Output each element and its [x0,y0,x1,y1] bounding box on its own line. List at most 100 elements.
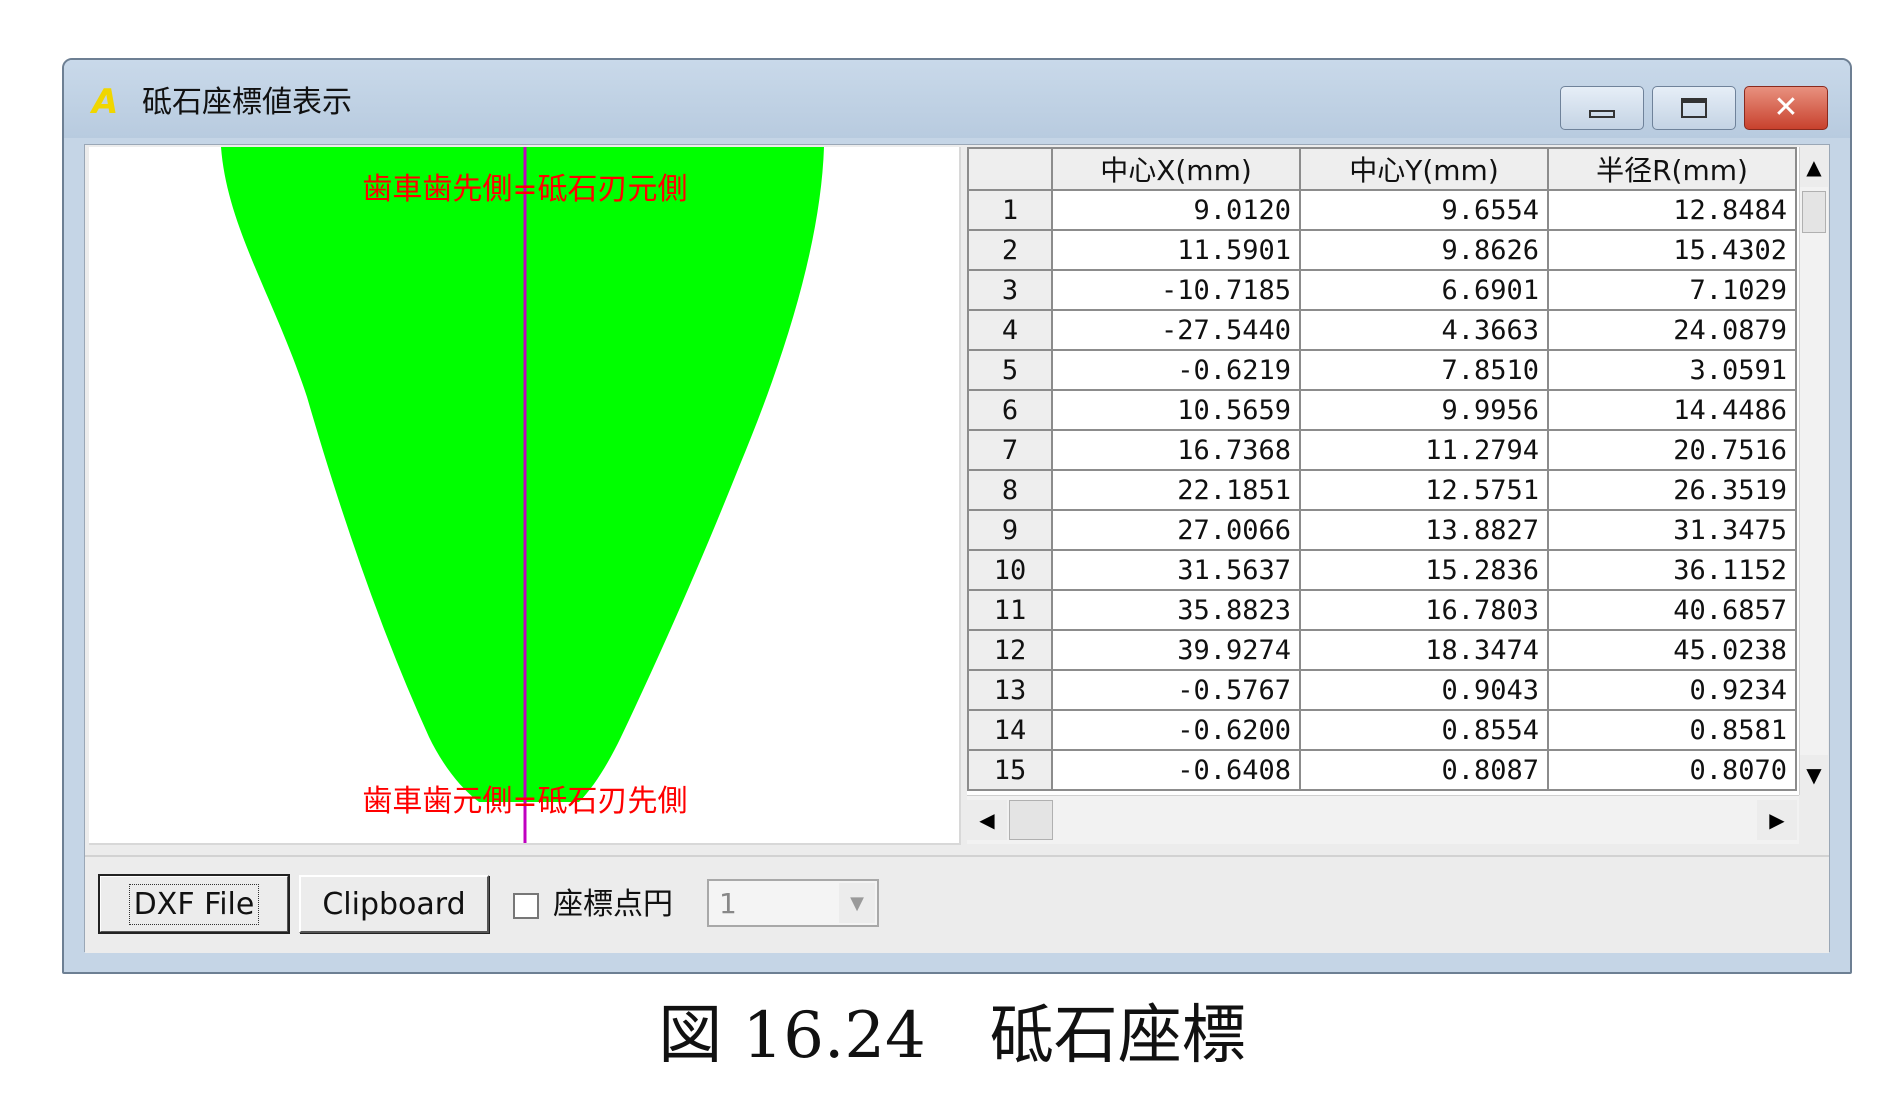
combo-dropdown-button[interactable]: ▼ [839,883,875,923]
center-y-cell[interactable]: 16.7803 [1299,589,1549,631]
center-x-cell[interactable]: -0.6219 [1051,349,1301,391]
row-number-cell[interactable]: 15 [967,749,1053,791]
arrow-up-icon: ▲ [1806,155,1822,179]
center-x-cell[interactable]: 16.7368 [1051,429,1301,471]
center-x-cell[interactable]: -10.7185 [1051,269,1301,311]
table-row[interactable]: 7 16.7368 11.2794 20.7516 [967,429,1797,471]
center-y-cell[interactable]: 11.2794 [1299,429,1549,471]
row-number-cell[interactable]: 9 [967,509,1053,551]
row-number-cell[interactable]: 7 [967,429,1053,471]
table-row[interactable]: 11 35.8823 16.7803 40.6857 [967,589,1797,631]
column-header-center-y[interactable]: 中心Y(mm) [1299,147,1549,191]
row-number-cell[interactable]: 1 [967,189,1053,231]
center-y-cell[interactable]: 9.8626 [1299,229,1549,271]
center-y-cell[interactable]: 6.6901 [1299,269,1549,311]
table-row[interactable]: 4 -27.5440 4.3663 24.0879 [967,309,1797,351]
radius-cell[interactable]: 26.3519 [1547,469,1797,511]
row-number-cell[interactable]: 10 [967,549,1053,591]
coordinate-circle-label[interactable]: 座標点円 [553,885,673,925]
radius-cell[interactable]: 7.1029 [1547,269,1797,311]
clipboard-button[interactable]: Clipboard [299,875,489,933]
row-number-cell[interactable]: 5 [967,349,1053,391]
center-y-cell[interactable]: 0.9043 [1299,669,1549,711]
row-number-cell[interactable]: 2 [967,229,1053,271]
center-x-cell[interactable]: 27.0066 [1051,509,1301,551]
radius-cell[interactable]: 0.8070 [1547,749,1797,791]
radius-cell[interactable]: 14.4486 [1547,389,1797,431]
table-row[interactable]: 14 -0.6200 0.8554 0.8581 [967,709,1797,751]
center-x-cell[interactable]: -0.6200 [1051,709,1301,751]
table-row[interactable]: 15 -0.6408 0.8087 0.8070 [967,749,1797,791]
table-row[interactable]: 9 27.0066 13.8827 31.3475 [967,509,1797,551]
radius-cell[interactable]: 24.0879 [1547,309,1797,351]
arrow-right-icon: ▶ [1769,808,1785,832]
radius-cell[interactable]: 0.9234 [1547,669,1797,711]
center-x-cell[interactable]: 9.0120 [1051,189,1301,231]
table-row[interactable]: 10 31.5637 15.2836 36.1152 [967,549,1797,591]
center-x-cell[interactable]: 22.1851 [1051,469,1301,511]
row-number-cell[interactable]: 12 [967,629,1053,671]
center-y-cell[interactable]: 7.8510 [1299,349,1549,391]
table-row[interactable]: 6 10.5659 9.9956 14.4486 [967,389,1797,431]
scroll-right-button[interactable]: ▶ [1757,800,1797,840]
center-y-cell[interactable]: 15.2836 [1299,549,1549,591]
scroll-left-button[interactable]: ◀ [967,800,1007,840]
radius-cell[interactable]: 36.1152 [1547,549,1797,591]
radius-cell[interactable]: 40.6857 [1547,589,1797,631]
coordinate-circle-checkbox[interactable] [513,893,539,919]
column-header-center-x[interactable]: 中心X(mm) [1051,147,1301,191]
column-header-radius[interactable]: 半径R(mm) [1547,147,1797,191]
center-x-cell[interactable]: -0.5767 [1051,669,1301,711]
row-number-cell[interactable]: 13 [967,669,1053,711]
radius-cell[interactable]: 0.8581 [1547,709,1797,751]
center-x-cell[interactable]: 10.5659 [1051,389,1301,431]
radius-cell[interactable]: 3.0591 [1547,349,1797,391]
row-number-cell[interactable]: 8 [967,469,1053,511]
row-number-cell[interactable]: 14 [967,709,1053,751]
center-y-cell[interactable]: 13.8827 [1299,509,1549,551]
row-number-cell[interactable]: 11 [967,589,1053,631]
radius-cell[interactable]: 45.0238 [1547,629,1797,671]
center-y-cell[interactable]: 0.8087 [1299,749,1549,791]
close-button[interactable]: ✕ [1744,86,1828,130]
radius-cell[interactable]: 31.3475 [1547,509,1797,551]
center-y-cell[interactable]: 12.5751 [1299,469,1549,511]
row-number-cell[interactable]: 3 [967,269,1053,311]
coordinate-grid[interactable]: 中心X(mm) 中心Y(mm) 半径R(mm) 1 9.0120 9.6554 12.… [967,147,1828,844]
radius-cell[interactable]: 12.8484 [1547,189,1797,231]
center-x-cell[interactable]: 39.9274 [1051,629,1301,671]
maximize-button[interactable] [1652,86,1736,130]
scroll-up-button[interactable]: ▲ [1800,147,1828,187]
title-bar[interactable]: A 砥石座標値表示 ✕ [64,60,1850,138]
minimize-button[interactable] [1560,86,1644,130]
table-row[interactable]: 12 39.9274 18.3474 45.0238 [967,629,1797,671]
center-x-cell[interactable]: 31.5637 [1051,549,1301,591]
scroll-down-button[interactable]: ▼ [1800,755,1828,795]
table-row[interactable]: 8 22.1851 12.5751 26.3519 [967,469,1797,511]
center-x-cell[interactable]: -27.5440 [1051,309,1301,351]
table-row[interactable]: 3 -10.7185 6.6901 7.1029 [967,269,1797,311]
radius-cell[interactable]: 15.4302 [1547,229,1797,271]
center-y-cell[interactable]: 9.6554 [1299,189,1549,231]
grid-viewport[interactable]: 中心X(mm) 中心Y(mm) 半径R(mm) 1 9.0120 9.6554 12.… [967,147,1799,795]
horizontal-scrollbar[interactable]: ◀ ▶ [967,795,1799,844]
center-y-cell[interactable]: 9.9956 [1299,389,1549,431]
horizontal-scroll-thumb[interactable] [1009,800,1053,840]
vertical-scrollbar[interactable]: ▲ ▼ [1799,147,1828,795]
table-row[interactable]: 5 -0.6219 7.8510 3.0591 [967,349,1797,391]
center-x-cell[interactable]: 11.5901 [1051,229,1301,271]
table-row[interactable]: 2 11.5901 9.8626 15.4302 [967,229,1797,271]
center-x-cell[interactable]: -0.6408 [1051,749,1301,791]
radius-cell[interactable]: 20.7516 [1547,429,1797,471]
dxf-file-button[interactable]: DXF File [98,874,290,934]
table-row[interactable]: 13 -0.5767 0.9043 0.9234 [967,669,1797,711]
center-y-cell[interactable]: 0.8554 [1299,709,1549,751]
row-number-cell[interactable]: 4 [967,309,1053,351]
row-number-cell[interactable]: 6 [967,389,1053,431]
center-x-cell[interactable]: 35.8823 [1051,589,1301,631]
table-row[interactable]: 1 9.0120 9.6554 12.8484 [967,189,1797,231]
center-y-cell[interactable]: 18.3474 [1299,629,1549,671]
center-y-cell[interactable]: 4.3663 [1299,309,1549,351]
vertical-scroll-thumb[interactable] [1802,191,1826,233]
point-select-combo[interactable]: 1 ▼ [707,879,879,927]
